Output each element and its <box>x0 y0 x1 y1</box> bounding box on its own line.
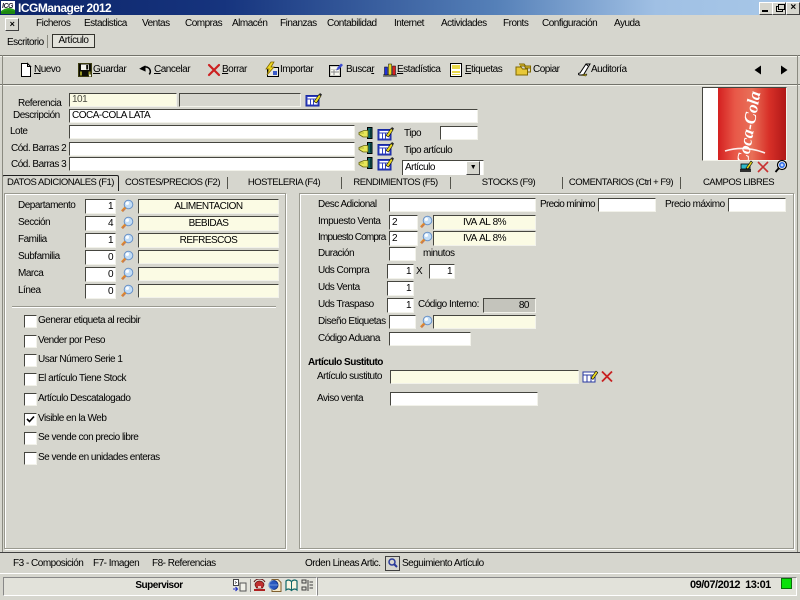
svg-text:ICG: ICG <box>2 3 14 10</box>
